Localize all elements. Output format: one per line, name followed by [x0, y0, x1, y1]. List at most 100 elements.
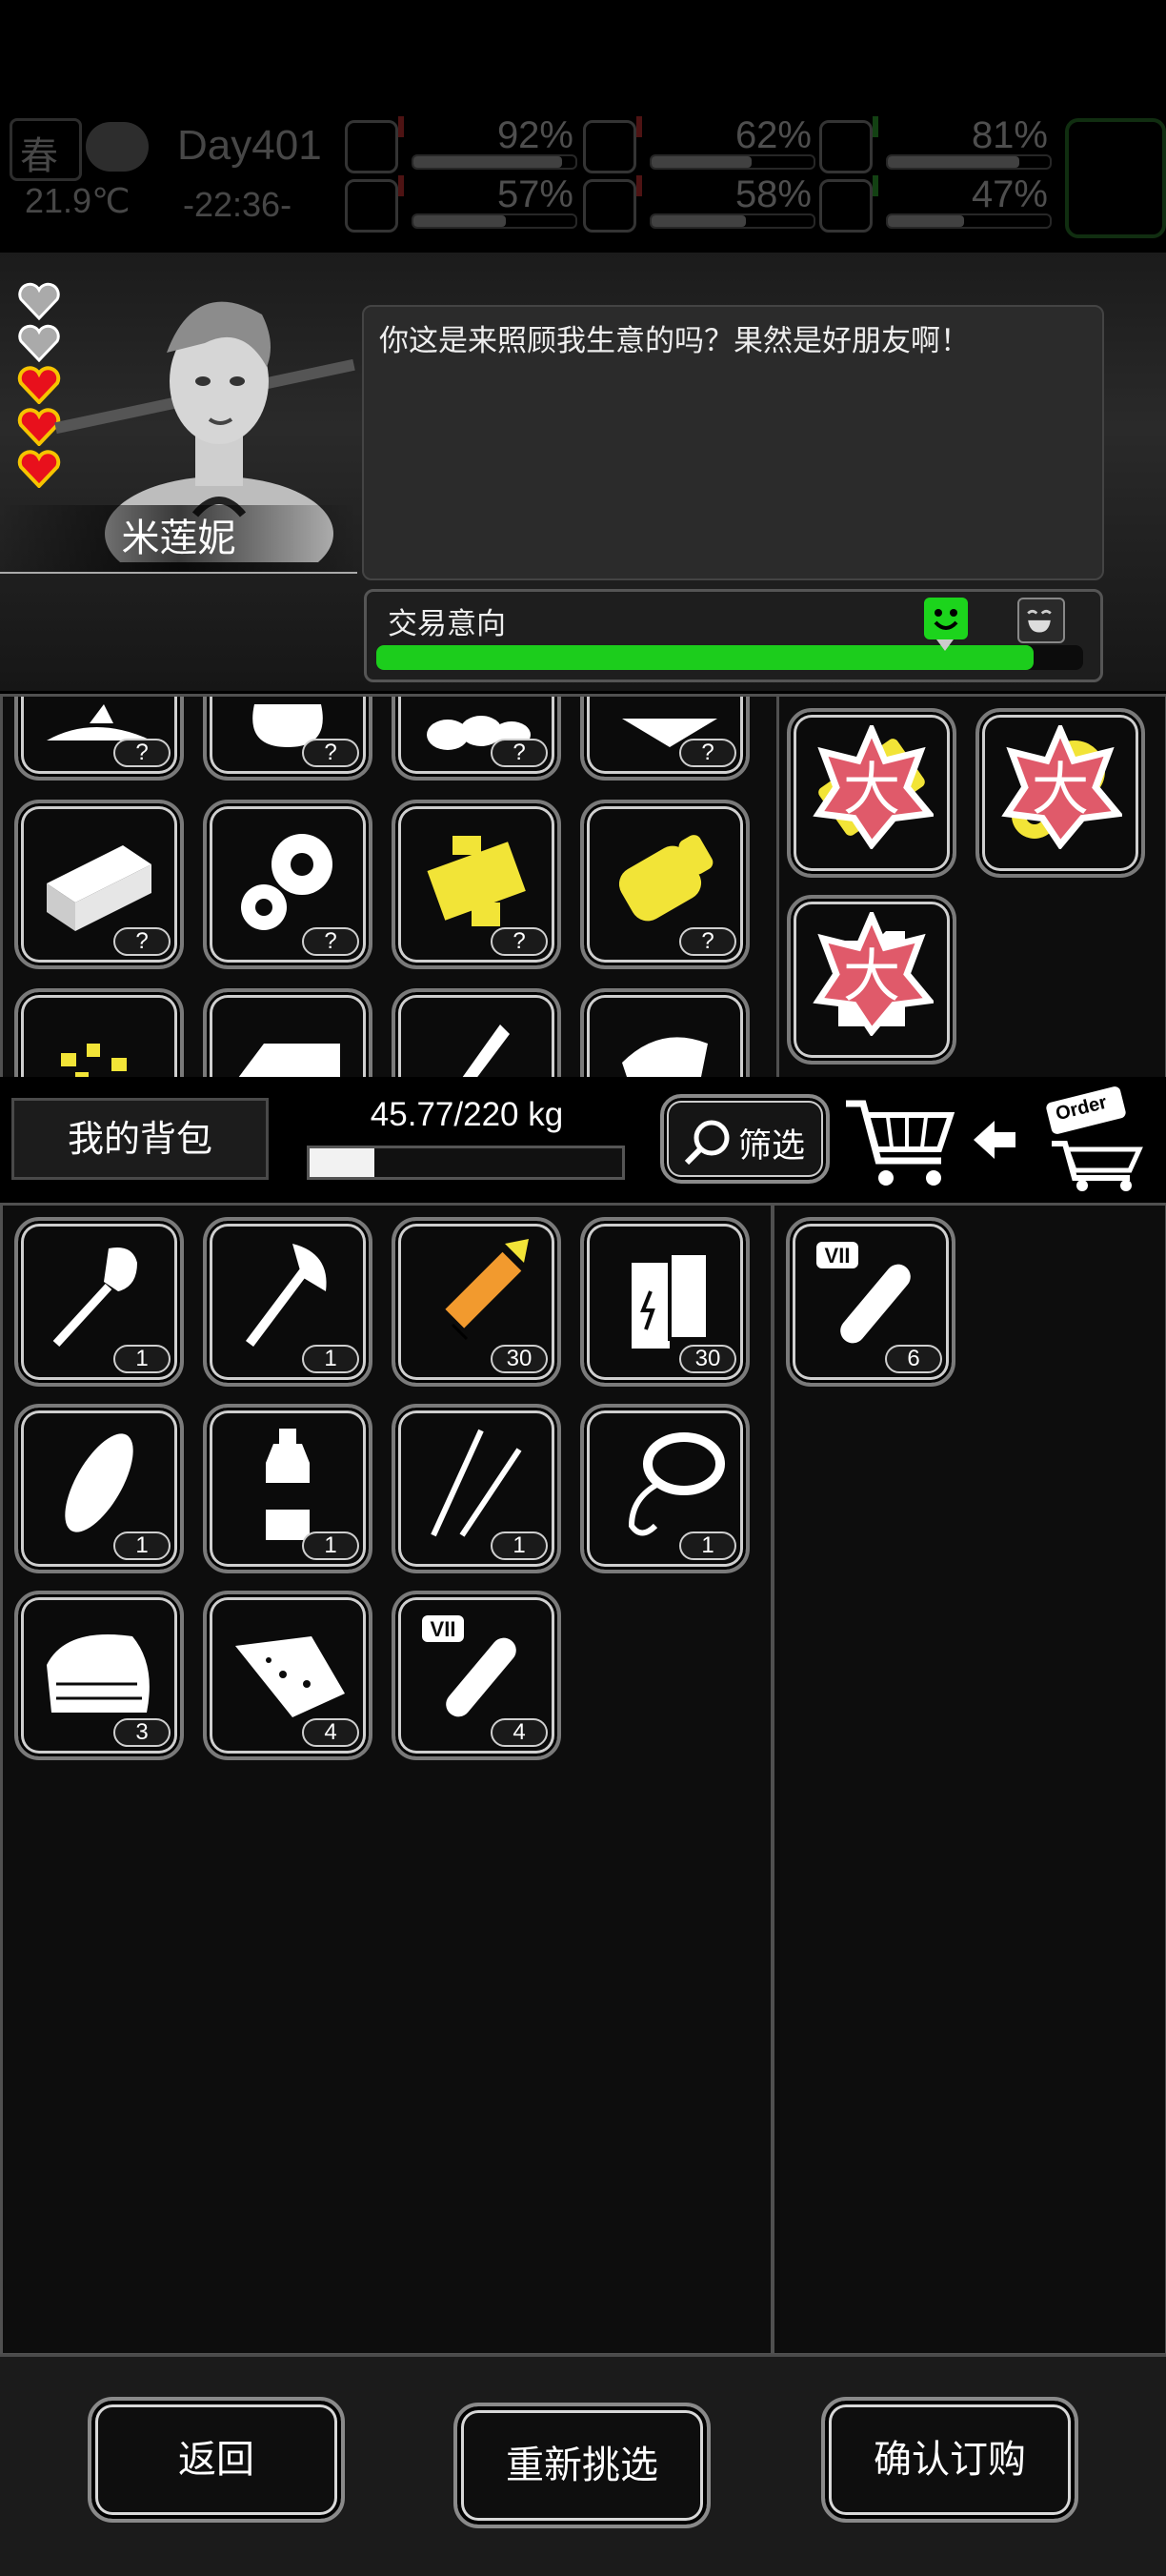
shovel-icon	[52, 1247, 137, 1348]
svg-text:VII: VII	[825, 1244, 851, 1268]
back-button[interactable]: 返回	[88, 2397, 345, 2523]
medical-stat: 92%	[345, 114, 577, 173]
cloth-icon	[47, 1634, 150, 1713]
shop-slot[interactable]: ?	[14, 697, 184, 781]
status-hud: 春 21.9℃ Day401 -22:36- 92% 62% 81% 57% 5…	[0, 114, 1166, 248]
shop-slot[interactable]: ?	[203, 697, 372, 781]
leather-icon	[622, 1037, 708, 1078]
confirm-order-button[interactable]: 确认订购	[821, 2397, 1078, 2523]
medkit-icon	[345, 120, 398, 173]
stomach-icon	[583, 120, 636, 173]
inventory-panel: 1 1 30 30 1 1 1 1 3 4 VII 4	[0, 1203, 774, 2356]
shop-items-panel: ? ? ? ? ? ? ? ?	[0, 694, 779, 1081]
big-size-badge: 大	[813, 725, 934, 849]
bottle-icon	[266, 1429, 310, 1540]
cloth-icon	[238, 1044, 340, 1078]
trend-arrow-icon	[398, 175, 404, 196]
big-size-badge: 大	[813, 912, 934, 1036]
gears-icon	[241, 834, 332, 930]
svg-text:大: 大	[1032, 757, 1089, 823]
pill-icon	[819, 120, 873, 173]
svg-text:大: 大	[843, 757, 900, 823]
shop-slot[interactable]	[580, 988, 750, 1078]
ammo-icon	[445, 1239, 529, 1341]
brick-icon	[47, 845, 151, 931]
cart-selection-panel: 大 大 大	[776, 694, 1166, 1081]
trade-intent-meter: 交易意向	[364, 589, 1103, 682]
svg-text:大: 大	[843, 943, 900, 1010]
filter-label: 筛选	[738, 1127, 806, 1166]
inventory-slot[interactable]: 30	[580, 1217, 750, 1387]
batteries-icon	[632, 1251, 710, 1349]
bottom-bar: 返回 重新挑选 确认订购	[0, 2354, 1166, 2576]
weight-bar	[307, 1146, 625, 1180]
shop-slot[interactable]: ?	[203, 800, 372, 969]
rope-icon	[628, 1432, 725, 1536]
hunger-stat: 62%	[583, 114, 815, 173]
boot-icon	[345, 179, 398, 233]
menu-slot-button[interactable]	[1065, 118, 1166, 238]
reselect-button[interactable]: 重新挑选	[453, 2403, 711, 2528]
my-bag-label: 我的背包	[11, 1098, 269, 1180]
inventory-slot[interactable]: 1	[203, 1404, 372, 1573]
trend-arrow-icon	[636, 175, 642, 196]
shop-slot[interactable]: ?	[14, 800, 184, 969]
day-counter: Day401	[177, 122, 322, 169]
inventory-slot[interactable]: 30	[392, 1217, 561, 1387]
trend-arrow-icon	[873, 116, 878, 137]
inventory-slot[interactable]: 1	[392, 1404, 561, 1573]
trend-arrow-icon	[636, 116, 642, 137]
jerky-icon	[235, 1636, 345, 1717]
inventory-slot[interactable]: 1	[14, 1404, 184, 1573]
cart-slot[interactable]: 大	[787, 895, 956, 1065]
inventory-slot[interactable]: 4	[203, 1591, 372, 1760]
svg-text:VII: VII	[431, 1617, 456, 1641]
shop-slot[interactable]	[14, 988, 184, 1078]
season-box: 春	[10, 118, 82, 181]
thirst-stat: 58%	[583, 173, 815, 233]
inventory-slot[interactable]: 1	[203, 1217, 372, 1387]
grin-face-icon	[1017, 598, 1065, 643]
left-arrow-icon	[974, 1121, 1015, 1159]
lockpick-icon	[431, 1429, 522, 1537]
shop-slot[interactable]	[392, 988, 561, 1078]
marker-icon	[936, 639, 954, 651]
magnifier-icon	[684, 1120, 730, 1166]
cart-slot[interactable]: 大	[787, 708, 956, 878]
axe-icon	[246, 1244, 327, 1347]
rain-cloud-icon	[86, 122, 149, 172]
trend-arrow-icon	[873, 175, 878, 196]
offer-panel: VII 6	[772, 1203, 1166, 2356]
bread-icon	[65, 1433, 133, 1532]
shop-slot[interactable]: ?	[392, 697, 561, 781]
inventory-slot[interactable]: VII 4	[392, 1591, 561, 1760]
weight-text: 45.77/220 kg	[370, 1096, 564, 1133]
inventory-slot[interactable]: 1	[580, 1404, 750, 1573]
cart-slot[interactable]: 大	[975, 708, 1145, 878]
inventory-slot[interactable]: 1	[14, 1217, 184, 1387]
health-stat: 47%	[819, 173, 1052, 233]
shop-slot[interactable]: ?	[580, 800, 750, 969]
dialog-box: 你这是来照顾我生意的吗？果然是好朋友啊！	[362, 305, 1104, 580]
heart-icon	[819, 179, 873, 233]
order-cart-icon[interactable]: Order	[1038, 1086, 1153, 1193]
shop-slot[interactable]	[203, 988, 372, 1078]
shop-slot[interactable]: ?	[392, 800, 561, 969]
battery-icon	[618, 835, 714, 922]
blade-icon	[462, 1024, 510, 1078]
shop-slot[interactable]: ?	[580, 697, 750, 781]
filter-button[interactable]: 筛选	[660, 1094, 830, 1184]
offer-slot[interactable]: VII 6	[786, 1217, 955, 1387]
trade-intent-bar	[376, 645, 1083, 670]
test-tube-icon: VII	[422, 1615, 516, 1717]
temperature-text: 21.9℃	[25, 181, 131, 220]
npc-name-plate: 米莲妮	[0, 505, 357, 574]
gold-nuggets-icon	[61, 1044, 127, 1078]
stamina-stat: 57%	[345, 173, 577, 233]
inventory-slot[interactable]: 3	[14, 1591, 184, 1760]
season-label: 春	[20, 135, 58, 177]
happy-face-icon	[924, 598, 968, 639]
cart-icon[interactable]	[842, 1094, 956, 1189]
weight-fill	[310, 1148, 375, 1177]
test-tube-icon: VII	[816, 1242, 911, 1344]
